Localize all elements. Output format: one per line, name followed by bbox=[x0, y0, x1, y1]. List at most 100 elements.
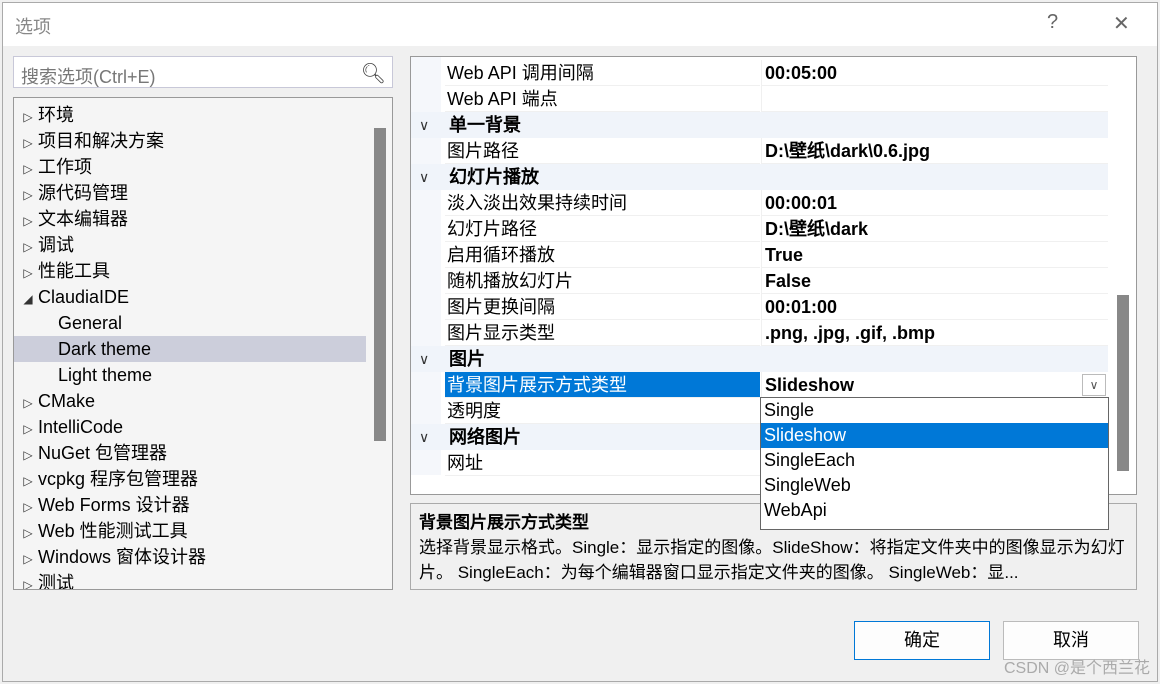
tree-item[interactable]: General bbox=[14, 310, 366, 336]
tree-item[interactable]: ▷ 调试 bbox=[14, 232, 366, 258]
property-row[interactable]: Web API 调用间隔 00:05:00 bbox=[411, 60, 1108, 86]
dropdown-option[interactable]: Single bbox=[761, 398, 1108, 423]
tree-item[interactable]: ▷ vcpkg 程序包管理器 bbox=[14, 466, 366, 492]
property-value[interactable]: Slideshow bbox=[761, 372, 1108, 398]
property-value[interactable]: 00:00:01 bbox=[761, 190, 1108, 216]
tree-item[interactable]: ▷ 性能工具 bbox=[14, 258, 366, 284]
property-category[interactable]: ∨ 图片 bbox=[411, 346, 1108, 372]
expand-arrow-icon[interactable]: ▷ bbox=[18, 468, 38, 494]
property-row[interactable]: 淡入淡出效果持续时间 00:00:01 bbox=[411, 190, 1108, 216]
tree-item-label: 工作项 bbox=[38, 157, 92, 177]
property-value[interactable]: False bbox=[761, 268, 1108, 294]
tree-item-label: 环境 bbox=[38, 105, 74, 125]
dropdown-option[interactable]: SingleWeb bbox=[761, 473, 1108, 498]
tree-item-label: 项目和解决方案 bbox=[38, 131, 164, 151]
expand-arrow-icon[interactable]: ▷ bbox=[18, 182, 38, 208]
property-row[interactable]: 随机播放幻灯片 False bbox=[411, 268, 1108, 294]
expand-arrow-icon[interactable]: ▷ bbox=[18, 208, 38, 234]
property-value[interactable] bbox=[761, 86, 1108, 112]
property-value[interactable]: True bbox=[761, 242, 1108, 268]
property-name: 淡入淡出效果持续时间 bbox=[445, 190, 760, 216]
tree-item-label: Web Forms 设计器 bbox=[38, 495, 190, 515]
expand-arrow-icon[interactable]: ▷ bbox=[18, 260, 38, 286]
watermark: CSDN @是个西兰花 bbox=[1003, 660, 1150, 677]
expand-arrow-icon[interactable]: ▷ bbox=[18, 546, 38, 572]
tree-item[interactable]: ▷ Web Forms 设计器 bbox=[14, 492, 366, 518]
chevron-down-icon[interactable]: ∨ bbox=[419, 164, 429, 190]
property-value[interactable]: D:\壁纸\dark bbox=[761, 216, 1108, 242]
options-tree: ▷ 环境 ▷ 项目和解决方案 ▷ 工作项 ▷ 源代码管理 ▷ 文本编辑器 ▷ 调试 ▷ 性能工具 ◢ Clau… bbox=[13, 97, 393, 590]
property-name: 图片更换间隔 bbox=[445, 294, 760, 320]
expand-arrow-icon[interactable]: ▷ bbox=[18, 416, 38, 442]
tree-item[interactable]: ▷ Windows 窗体设计器 bbox=[14, 544, 366, 570]
tree-item[interactable]: ▷ 项目和解决方案 bbox=[14, 128, 366, 154]
dropdown-option[interactable]: WebApi bbox=[761, 498, 1108, 523]
tree-item[interactable]: ▷ 测试 bbox=[14, 570, 366, 589]
property-row[interactable]: 启用循环播放 True bbox=[411, 242, 1108, 268]
tree-item-label: Windows 窗体设计器 bbox=[38, 547, 207, 567]
tree-item[interactable]: ▷ IntelliCode bbox=[14, 414, 366, 440]
dropdown-option[interactable]: Slideshow bbox=[761, 423, 1108, 448]
tree-item[interactable]: Dark theme bbox=[14, 336, 366, 362]
property-value[interactable]: D:\壁纸\dark\0.6.jpg bbox=[761, 138, 1108, 164]
expand-arrow-icon[interactable]: ▷ bbox=[18, 130, 38, 156]
tree-item[interactable]: ◢ ClaudiaIDE bbox=[14, 284, 366, 310]
collapse-arrow-icon[interactable]: ◢ bbox=[18, 286, 38, 312]
tree-item[interactable]: ▷ Web 性能测试工具 bbox=[14, 518, 366, 544]
close-button[interactable]: ✕ bbox=[1113, 11, 1130, 36]
search-icon[interactable]: 🔍︎ bbox=[361, 61, 386, 86]
dropdown-chevron-icon[interactable]: ∨ bbox=[1082, 374, 1106, 396]
property-name: Web API 调用间隔 bbox=[445, 60, 760, 86]
property-row[interactable]: 图片显示类型 .png, .jpg, .gif, .bmp bbox=[411, 320, 1108, 346]
tree-item[interactable]: ▷ NuGet 包管理器 bbox=[14, 440, 366, 466]
tree-item[interactable]: Light theme bbox=[14, 362, 366, 388]
tree-scrollbar-thumb[interactable] bbox=[374, 128, 386, 441]
property-name: 随机播放幻灯片 bbox=[445, 268, 760, 294]
property-row[interactable]: 背景图片展示方式类型 Slideshow ∨ bbox=[411, 372, 1108, 398]
property-name: 图片 bbox=[449, 349, 485, 369]
chevron-down-icon[interactable]: ∨ bbox=[419, 424, 429, 450]
property-row[interactable]: Web API 端点 bbox=[411, 86, 1108, 112]
tree-item[interactable]: ▷ 源代码管理 bbox=[14, 180, 366, 206]
tree-item[interactable]: ▷ 环境 bbox=[14, 102, 366, 128]
tree-item-label: IntelliCode bbox=[38, 417, 124, 437]
expand-arrow-icon[interactable]: ▷ bbox=[18, 390, 38, 416]
tree-item-label: 调试 bbox=[38, 235, 74, 255]
search-input[interactable]: 搜索选项(Ctrl+E) 🔍︎ bbox=[13, 56, 393, 88]
property-category[interactable]: ∨ 单一背景 bbox=[411, 112, 1108, 138]
tree-item-label: CMake bbox=[38, 391, 96, 411]
expand-arrow-icon[interactable]: ▷ bbox=[18, 104, 38, 130]
help-button[interactable]: ? bbox=[1047, 11, 1058, 34]
property-row[interactable]: 图片路径 D:\壁纸\dark\0.6.jpg bbox=[411, 138, 1108, 164]
property-value[interactable]: .png, .jpg, .gif, .bmp bbox=[761, 320, 1108, 346]
chevron-down-icon[interactable]: ∨ bbox=[419, 346, 429, 372]
dropdown-option[interactable]: SingleEach bbox=[761, 448, 1108, 473]
tree-item[interactable]: ▷ 文本编辑器 bbox=[14, 206, 366, 232]
expand-arrow-icon[interactable]: ▷ bbox=[18, 156, 38, 182]
property-row[interactable]: 图片更换间隔 00:01:00 bbox=[411, 294, 1108, 320]
tree-item-label: ClaudiaIDE bbox=[38, 287, 130, 307]
search-placeholder: 搜索选项(Ctrl+E) bbox=[21, 67, 156, 87]
grid-scrollbar-thumb[interactable] bbox=[1117, 295, 1129, 471]
tree-item[interactable]: ▷ 工作项 bbox=[14, 154, 366, 180]
tree-item-label: 源代码管理 bbox=[38, 183, 128, 203]
expand-arrow-icon[interactable]: ▷ bbox=[18, 520, 38, 546]
window-title: 选项 bbox=[15, 17, 51, 37]
property-row[interactable]: 幻灯片路径 D:\壁纸\dark bbox=[411, 216, 1108, 242]
property-category[interactable]: ∨ 幻灯片播放 bbox=[411, 164, 1108, 190]
expand-arrow-icon[interactable]: ▷ bbox=[18, 234, 38, 260]
expand-arrow-icon[interactable]: ▷ bbox=[18, 494, 38, 520]
property-value[interactable]: 00:01:00 bbox=[761, 294, 1108, 320]
expand-arrow-icon[interactable]: ▷ bbox=[18, 572, 38, 589]
property-name: 网址 bbox=[445, 450, 760, 476]
expand-arrow-icon[interactable]: ▷ bbox=[18, 442, 38, 468]
property-name: 启用循环播放 bbox=[445, 242, 760, 268]
tree-item[interactable]: ▷ CMake bbox=[14, 388, 366, 414]
tree-item-label: General bbox=[58, 313, 123, 333]
chevron-down-icon[interactable]: ∨ bbox=[419, 112, 429, 138]
property-name: 幻灯片播放 bbox=[449, 167, 539, 187]
ok-button[interactable]: 确定 bbox=[854, 621, 990, 660]
property-value[interactable]: 00:05:00 bbox=[761, 60, 1108, 86]
title-bar: 选项 ? ✕ bbox=[3, 3, 1157, 46]
display-type-dropdown-list[interactable]: Single Slideshow SingleEach SingleWeb WebApi bbox=[760, 397, 1109, 530]
